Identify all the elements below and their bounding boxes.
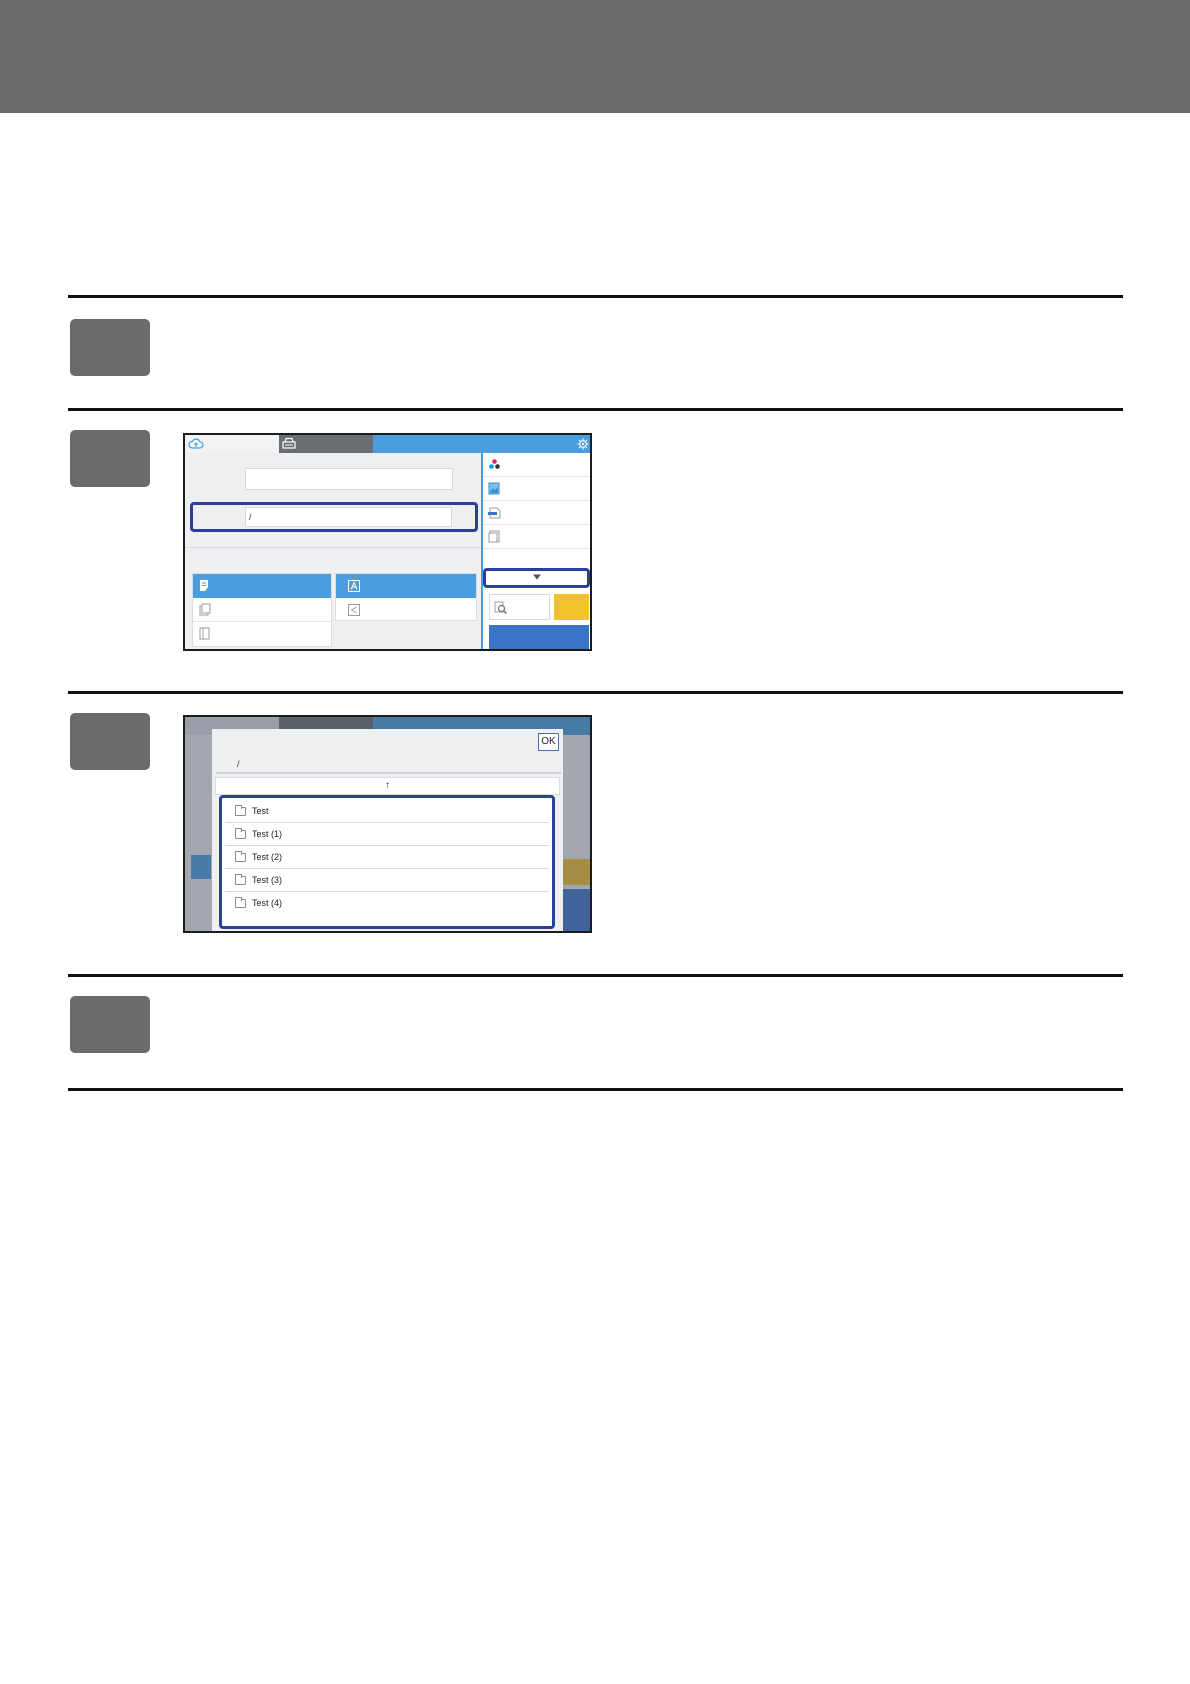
page-header-band xyxy=(0,0,1190,113)
step-divider xyxy=(68,408,1123,411)
folder-item[interactable]: Test (1) xyxy=(225,823,549,846)
folder-name: Test (2) xyxy=(252,852,283,862)
setting-image[interactable] xyxy=(483,477,590,501)
folder-path-field[interactable]: / xyxy=(245,507,452,527)
folder-name: Test (4) xyxy=(252,898,283,908)
folder-item[interactable]: Test xyxy=(225,800,549,823)
folder-icon xyxy=(235,851,246,862)
scan-screen-screenshot: / xyxy=(183,433,592,651)
step-2-badge xyxy=(70,430,150,487)
list-item[interactable] xyxy=(193,622,331,646)
list-item[interactable] xyxy=(336,598,476,622)
settings-panel xyxy=(481,453,590,649)
folder-dialog-screenshot: OK / ↑ Test Test (1) Test (2) Test (3) T… xyxy=(183,715,592,933)
step-1-badge xyxy=(70,319,150,376)
folder-icon xyxy=(235,805,246,816)
scan-mode-list xyxy=(192,573,332,647)
folder-select-dialog: OK / ↑ Test Test (1) Test (2) Test (3) T… xyxy=(212,729,563,931)
step-4-badge xyxy=(70,996,150,1053)
text-a-icon xyxy=(348,580,360,592)
step-divider xyxy=(68,1088,1123,1091)
step-divider xyxy=(68,974,1123,977)
page-icon xyxy=(200,580,208,591)
folder-item[interactable]: Test (2) xyxy=(225,846,549,869)
folder-icon xyxy=(235,828,246,839)
folder-icon xyxy=(235,897,246,908)
scanner-icon xyxy=(282,437,296,449)
folder-icon xyxy=(235,874,246,885)
gear-icon[interactable] xyxy=(577,438,589,450)
image-icon xyxy=(488,482,500,495)
folder-item[interactable]: Test (3) xyxy=(225,869,549,892)
setting-paper-size[interactable] xyxy=(483,501,590,525)
tab-scanner[interactable] xyxy=(279,435,373,453)
ok-button[interactable]: OK xyxy=(538,733,559,751)
setting-document[interactable] xyxy=(483,525,590,549)
preview-icon xyxy=(494,601,507,614)
cloud-upload-icon xyxy=(188,438,204,449)
divider xyxy=(216,772,561,774)
binder-icon xyxy=(199,627,210,640)
folder-name: Test (3) xyxy=(252,875,283,885)
parent-folder-button[interactable]: ↑ xyxy=(215,777,560,795)
step-divider xyxy=(68,295,1123,298)
tab-cloud[interactable] xyxy=(185,435,279,453)
text-options-list xyxy=(335,573,477,621)
list-item-selected[interactable] xyxy=(193,574,331,598)
paper-size-icon xyxy=(488,507,501,519)
folder-item[interactable]: Test (4) xyxy=(225,892,549,915)
file-name-field[interactable] xyxy=(245,468,453,490)
divider xyxy=(185,547,481,548)
color-mode-icon xyxy=(489,459,500,469)
stack-icon xyxy=(199,603,211,616)
setting-color[interactable] xyxy=(483,453,590,477)
step-divider xyxy=(68,691,1123,694)
path-separator: / xyxy=(249,512,252,522)
step-3-badge xyxy=(70,713,150,770)
start-scan-button[interactable] xyxy=(489,625,589,649)
folder-name: Test (1) xyxy=(252,829,283,839)
document-icon xyxy=(488,530,500,543)
folder-name: Test xyxy=(252,806,269,816)
folder-list: Test Test (1) Test (2) Test (3) Test (4) xyxy=(219,795,555,929)
list-item[interactable] xyxy=(193,598,331,622)
stop-button[interactable] xyxy=(554,594,589,620)
path-separator: / xyxy=(237,759,240,769)
list-item-selected[interactable] xyxy=(336,574,476,598)
share-icon xyxy=(348,604,360,616)
preview-button[interactable] xyxy=(489,594,550,620)
chevron-down-icon[interactable] xyxy=(532,573,542,581)
